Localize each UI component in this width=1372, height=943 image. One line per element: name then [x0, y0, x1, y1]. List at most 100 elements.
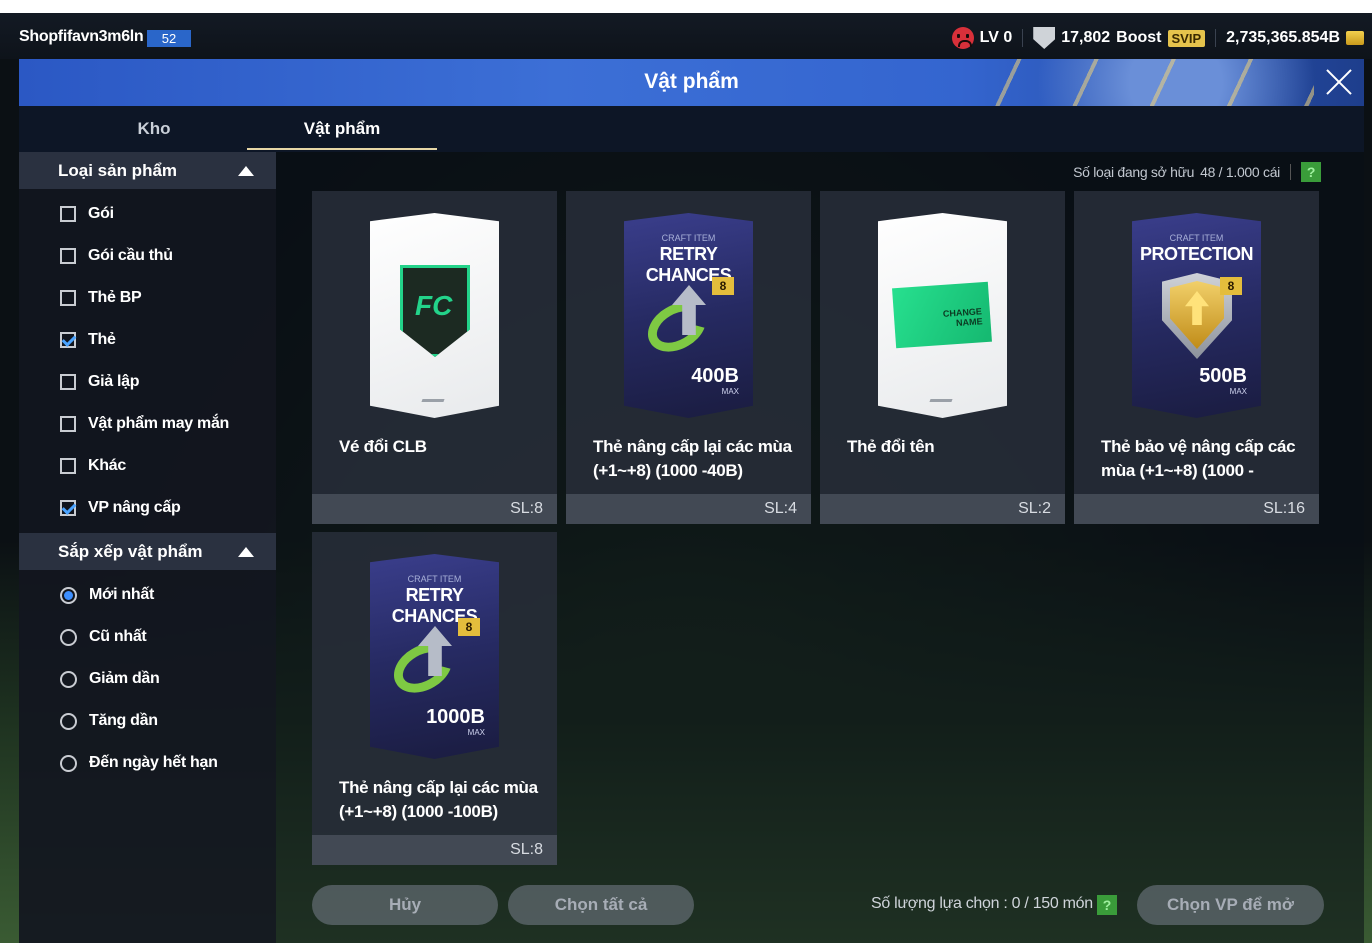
- collapse-icon: [238, 166, 254, 176]
- item-image: FC: [370, 213, 499, 418]
- radio[interactable]: [60, 670, 77, 688]
- status-right: LV 0 17,802 Boost SVIP 2,735,365.854B: [951, 25, 1364, 51]
- tab-vat-pham[interactable]: Vật phẩm: [247, 106, 437, 152]
- item-qty: SL:8: [510, 841, 543, 858]
- card-type: CRAFT ITEM: [1169, 233, 1224, 243]
- item-name: Thẻ đổi tên: [847, 437, 935, 456]
- filter-option[interactable]: VP nâng cấp: [60, 496, 181, 520]
- filter-option[interactable]: Gói cầu thủ: [60, 244, 173, 268]
- item-name: Thẻ nâng cấp lại các mùa (+1~+8) (1000 -…: [593, 437, 792, 480]
- retry-arrows-icon: [639, 285, 724, 362]
- filter-header[interactable]: Loại sản phẩm: [19, 152, 276, 189]
- item-qty: SL:8: [510, 500, 543, 517]
- close-icon[interactable]: [1322, 65, 1356, 99]
- card-type: CRAFT ITEM: [407, 574, 462, 584]
- item-image: CRAFT ITEM PROTECTION 8 500B MAX: [1132, 213, 1261, 418]
- filter-option[interactable]: Thẻ BP: [60, 286, 142, 310]
- coins-icon: [1346, 31, 1364, 45]
- sort-option[interactable]: Mới nhất: [60, 583, 154, 607]
- filter-option[interactable]: Gói: [60, 202, 114, 226]
- checkbox[interactable]: [60, 206, 76, 222]
- filter-label: Gói: [88, 205, 114, 222]
- tab-kho[interactable]: Kho: [59, 106, 249, 152]
- checkbox[interactable]: [60, 332, 76, 348]
- radio[interactable]: [60, 754, 77, 772]
- sort-label: Giảm dần: [89, 670, 160, 687]
- filter-option[interactable]: Khác: [60, 454, 126, 478]
- item-name: Thẻ nâng cấp lại các mùa (+1~+8) (1000 -…: [339, 778, 538, 821]
- filter-label: Thẻ: [88, 331, 116, 348]
- filter-option[interactable]: Thẻ: [60, 328, 116, 352]
- owned-label: Số loại đang sở hữu: [1073, 164, 1195, 180]
- item-card[interactable]: CHANGE NAME Thẻ đổi tên SL:2: [820, 191, 1065, 524]
- cancel-button[interactable]: Hủy: [312, 885, 498, 925]
- checkbox[interactable]: [60, 416, 76, 432]
- item-qty: SL:2: [1018, 500, 1051, 517]
- club-crest-icon: FC: [400, 265, 470, 357]
- sort-option[interactable]: Đến ngày hết hạn: [60, 751, 218, 775]
- checkbox[interactable]: [60, 248, 76, 264]
- filter-label: Khác: [88, 457, 126, 474]
- select-all-button[interactable]: Chọn tất cả: [508, 885, 694, 925]
- item-name: Thẻ bảo vệ nâng cấp các mùa (+1~+8) (100…: [1101, 437, 1296, 480]
- level-badge: 52: [147, 30, 191, 47]
- card-value: 400B: [691, 365, 739, 387]
- owned-value: 48 / 1.000 cái: [1200, 164, 1280, 180]
- item-card[interactable]: CRAFT ITEM RETRY CHANCES 8 1000B MAX Thẻ…: [312, 532, 557, 865]
- item-name: Vé đổi CLB: [339, 437, 427, 456]
- owned-count: Số loại đang sở hữu 48 / 1.000 cái ?: [1073, 162, 1321, 182]
- sort-header[interactable]: Sắp xếp vật phẩm: [19, 533, 276, 570]
- selection-count: Số lượng lựa chọn : 0 / 150 món: [871, 895, 1093, 912]
- item-qty: SL:4: [764, 500, 797, 517]
- filter-label: Giả lập: [88, 373, 140, 390]
- filter-label: Vật phẩm may mắn: [88, 415, 230, 432]
- item-image: CRAFT ITEM RETRY CHANCES 8 400B MAX: [624, 213, 753, 418]
- checkbox[interactable]: [60, 458, 76, 474]
- balance-value: 2,735,365.854B: [1226, 29, 1340, 46]
- card-value: 1000B: [426, 706, 485, 728]
- sort-label: Mới nhất: [89, 586, 154, 603]
- sort-label: Cũ nhất: [89, 628, 147, 645]
- filter-label: Thẻ BP: [88, 289, 142, 306]
- collapse-icon: [238, 547, 254, 557]
- help-icon[interactable]: ?: [1301, 162, 1321, 182]
- sort-header-label: Sắp xếp vật phẩm: [58, 542, 203, 561]
- card-max: MAX: [721, 387, 739, 396]
- panel-header: Vật phẩm: [19, 59, 1364, 106]
- checkbox[interactable]: [60, 374, 76, 390]
- item-qty: SL:16: [1263, 500, 1305, 517]
- level-badge-8: 8: [458, 618, 480, 636]
- divider: [1022, 29, 1024, 47]
- checkbox[interactable]: [60, 500, 76, 516]
- item-card[interactable]: FC Vé đổi CLB SL:8: [312, 191, 557, 524]
- sort-option[interactable]: Cũ nhất: [60, 625, 147, 649]
- checkbox[interactable]: [60, 290, 76, 306]
- filter-option[interactable]: Giả lập: [60, 370, 140, 394]
- radio[interactable]: [60, 712, 77, 730]
- tab-bar: Kho Vật phẩm: [19, 106, 1364, 152]
- retry-arrows-icon: [385, 626, 470, 703]
- radio[interactable]: [60, 628, 77, 646]
- panel-title: Vật phẩm: [644, 70, 739, 93]
- open-items-button[interactable]: Chọn VP để mở: [1137, 885, 1324, 925]
- item-card[interactable]: CRAFT ITEM RETRY CHANCES 8 400B MAX Thẻ …: [566, 191, 811, 524]
- item-image: CRAFT ITEM RETRY CHANCES 8 1000B MAX: [370, 554, 499, 759]
- top-strip: [0, 0, 1372, 13]
- sort-option[interactable]: Tăng dần: [60, 709, 158, 733]
- help-icon[interactable]: ?: [1097, 895, 1117, 915]
- divider: [1215, 29, 1217, 47]
- item-card[interactable]: CRAFT ITEM PROTECTION 8 500B MAX Thẻ bảo…: [1074, 191, 1319, 524]
- sort-option[interactable]: Giảm dần: [60, 667, 160, 691]
- boost-label: Boost: [1116, 29, 1162, 46]
- filter-label: VP nâng cấp: [88, 499, 181, 516]
- fc-logo-icon: [421, 388, 449, 402]
- points-value: 17,802: [1061, 29, 1111, 46]
- ticket-line2: NAME: [955, 316, 983, 329]
- level-badge-8: 8: [712, 277, 734, 295]
- filter-label: Gói cầu thủ: [88, 247, 173, 264]
- svip-badge: SVIP: [1167, 29, 1206, 47]
- filter-option[interactable]: Vật phẩm may mắn: [60, 412, 229, 436]
- radio[interactable]: [60, 586, 77, 604]
- sort-label: Đến ngày hết hạn: [89, 754, 218, 771]
- shield-icon: [1033, 27, 1056, 49]
